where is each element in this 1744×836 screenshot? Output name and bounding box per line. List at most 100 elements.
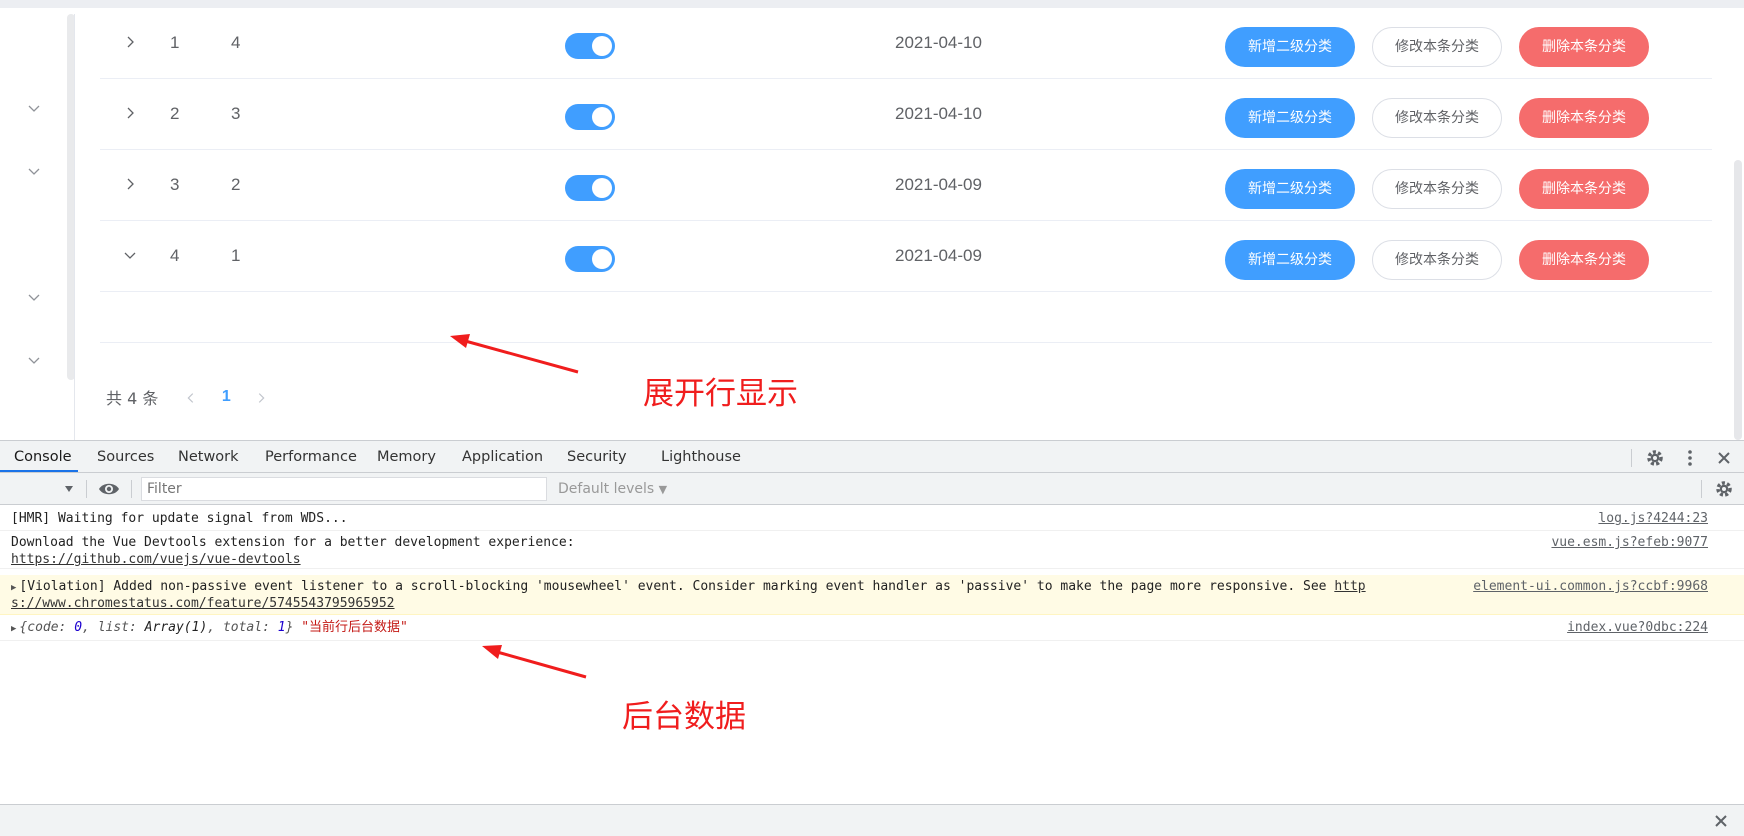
console-violation-message: ▶ [Violation] Added non-passive event lis… — [0, 575, 1744, 615]
divider — [131, 480, 132, 498]
drawer-bar — [0, 804, 1744, 836]
expand-triangle-icon[interactable]: ▶ — [11, 624, 16, 634]
console-toolbar: Default levels ▼ — [0, 473, 1744, 505]
log-source-link[interactable]: element-ui.common.js?ccbf:9968 — [1473, 578, 1708, 595]
status-toggle[interactable] — [565, 104, 615, 130]
edit-category-button[interactable]: 修改本条分类 — [1372, 240, 1502, 280]
toggle-knob — [592, 249, 612, 269]
divider — [86, 480, 87, 498]
row-date: 2021-04-10 — [895, 33, 982, 52]
active-tab-indicator — [0, 470, 78, 472]
table-row: 1 4 2021-04-10 新增二级分类 修改本条分类 删除本条分类 — [100, 8, 1712, 79]
edit-category-button[interactable]: 修改本条分类 — [1372, 169, 1502, 209]
tab-memory[interactable]: Memory — [377, 441, 436, 473]
log-text: Download the Vue Devtools extension for … — [11, 535, 575, 550]
chevron-down-icon[interactable] — [26, 352, 42, 368]
annotation-arrow — [450, 334, 579, 374]
delete-category-button[interactable]: 删除本条分类 — [1519, 240, 1649, 280]
table-row: 4 1 2021-04-09 新增二级分类 修改本条分类 删除本条分类 — [100, 221, 1712, 292]
chevron-right-icon[interactable] — [122, 34, 138, 50]
row-sort: 3 — [231, 104, 241, 123]
context-dropdown-icon[interactable] — [63, 482, 75, 494]
add-subcategory-button[interactable]: 新增二级分类 — [1225, 27, 1355, 67]
tab-security[interactable]: Security — [567, 441, 627, 473]
log-levels-label: Default levels — [558, 481, 655, 497]
console-object-message: ▶ {code: 0, list: Array(1), total: 1} "当前… — [0, 616, 1744, 641]
log-text: [HMR] Waiting for update signal from WDS… — [11, 511, 348, 526]
table-row: 2 3 2021-04-10 新增二级分类 修改本条分类 删除本条分类 — [100, 79, 1712, 150]
add-subcategory-button[interactable]: 新增二级分类 — [1225, 169, 1355, 209]
close-icon[interactable] — [1712, 812, 1730, 830]
parent-expand-column — [0, 8, 68, 440]
log-source-link[interactable]: log.js?4244:23 — [1598, 510, 1708, 527]
delete-category-button[interactable]: 删除本条分类 — [1519, 169, 1649, 209]
chevron-down-icon[interactable] — [26, 100, 42, 116]
edit-category-button[interactable]: 修改本条分类 — [1372, 27, 1502, 67]
annotation-label: 后台数据 — [622, 699, 746, 735]
chevron-down-icon[interactable] — [122, 247, 138, 263]
category-page: 1 4 2021-04-10 新增二级分类 修改本条分类 删除本条分类 2 3 … — [0, 8, 1744, 440]
table-row: 3 2 2021-04-09 新增二级分类 修改本条分类 删除本条分类 — [100, 150, 1712, 221]
row-date: 2021-04-10 — [895, 104, 982, 123]
status-toggle[interactable] — [565, 33, 615, 59]
row-id: 2 — [170, 104, 180, 123]
chevron-down-icon[interactable] — [26, 289, 42, 305]
chevron-right-icon[interactable] — [122, 176, 138, 192]
delete-category-button[interactable]: 删除本条分类 — [1519, 27, 1649, 67]
toggle-knob — [592, 107, 612, 127]
pagination: 共 4 条 1 — [106, 382, 276, 412]
devtools-link[interactable]: https://github.com/vuejs/vue-devtools — [11, 551, 301, 568]
chevron-down-icon[interactable] — [26, 163, 42, 179]
page-number[interactable]: 1 — [206, 388, 246, 406]
more-options-icon[interactable] — [1680, 448, 1700, 468]
pagination-total: 共 4 条 — [106, 389, 159, 408]
row-id: 1 — [170, 33, 180, 52]
tab-performance[interactable]: Performance — [265, 441, 357, 473]
log-source-link[interactable]: vue.esm.js?efeb:9077 — [1551, 534, 1708, 551]
filter-input[interactable] — [141, 477, 547, 501]
settings-gear-icon[interactable] — [1645, 448, 1665, 468]
row-date: 2021-04-09 — [895, 246, 982, 265]
tab-lighthouse[interactable]: Lighthouse — [661, 441, 741, 473]
obj-key: , total: — [207, 620, 278, 635]
tab-console[interactable]: Console — [14, 441, 72, 473]
expand-triangle-icon[interactable]: ▶ — [11, 583, 16, 593]
log-source-link[interactable]: index.vue?0dbc:224 — [1567, 619, 1708, 636]
row-date: 2021-04-09 — [895, 175, 982, 194]
screen: 1 4 2021-04-10 新增二级分类 修改本条分类 删除本条分类 2 3 … — [0, 0, 1744, 836]
divider — [1701, 480, 1702, 498]
devtools-panel: Console Sources Network Performance Memo… — [0, 440, 1744, 836]
eye-icon[interactable] — [98, 479, 120, 499]
violation-link[interactable]: http — [1334, 579, 1365, 594]
page-scrollbar[interactable] — [1734, 160, 1742, 440]
toggle-knob — [592, 178, 612, 198]
obj-value: 0 — [74, 620, 83, 635]
console-message: [HMR] Waiting for update signal from WDS… — [0, 506, 1744, 531]
add-subcategory-button[interactable]: 新增二级分类 — [1225, 98, 1355, 138]
status-toggle[interactable] — [565, 175, 615, 201]
obj-value: Array(1) — [144, 620, 208, 635]
toggle-knob — [592, 36, 612, 56]
tab-sources[interactable]: Sources — [97, 441, 154, 473]
next-page-button[interactable] — [246, 388, 276, 407]
row-sort: 4 — [231, 33, 241, 52]
row-sort: 2 — [231, 175, 241, 194]
edit-category-button[interactable]: 修改本条分类 — [1372, 98, 1502, 138]
chevron-right-icon[interactable] — [122, 105, 138, 121]
tab-application[interactable]: Application — [462, 441, 543, 473]
devtools-tabbar: Console Sources Network Performance Memo… — [0, 441, 1744, 473]
row-sort: 1 — [231, 246, 241, 265]
log-object[interactable]: ▶ {code: 0, list: Array(1), total: 1} "当前… — [11, 619, 408, 638]
top-strip — [0, 0, 1744, 8]
violation-link-continued[interactable]: s://www.chromestatus.com/feature/5745543… — [11, 595, 395, 612]
delete-category-button[interactable]: 删除本条分类 — [1519, 98, 1649, 138]
expanded-row-content — [100, 292, 1712, 343]
tab-network[interactable]: Network — [178, 441, 239, 473]
add-subcategory-button[interactable]: 新增二级分类 — [1225, 240, 1355, 280]
status-toggle[interactable] — [565, 246, 615, 272]
log-levels-dropdown[interactable]: Default levels ▼ — [558, 473, 667, 505]
row-id: 3 — [170, 175, 180, 194]
close-icon[interactable] — [1714, 448, 1734, 468]
console-settings-gear-icon[interactable] — [1714, 479, 1734, 499]
prev-page-button[interactable] — [176, 388, 206, 407]
